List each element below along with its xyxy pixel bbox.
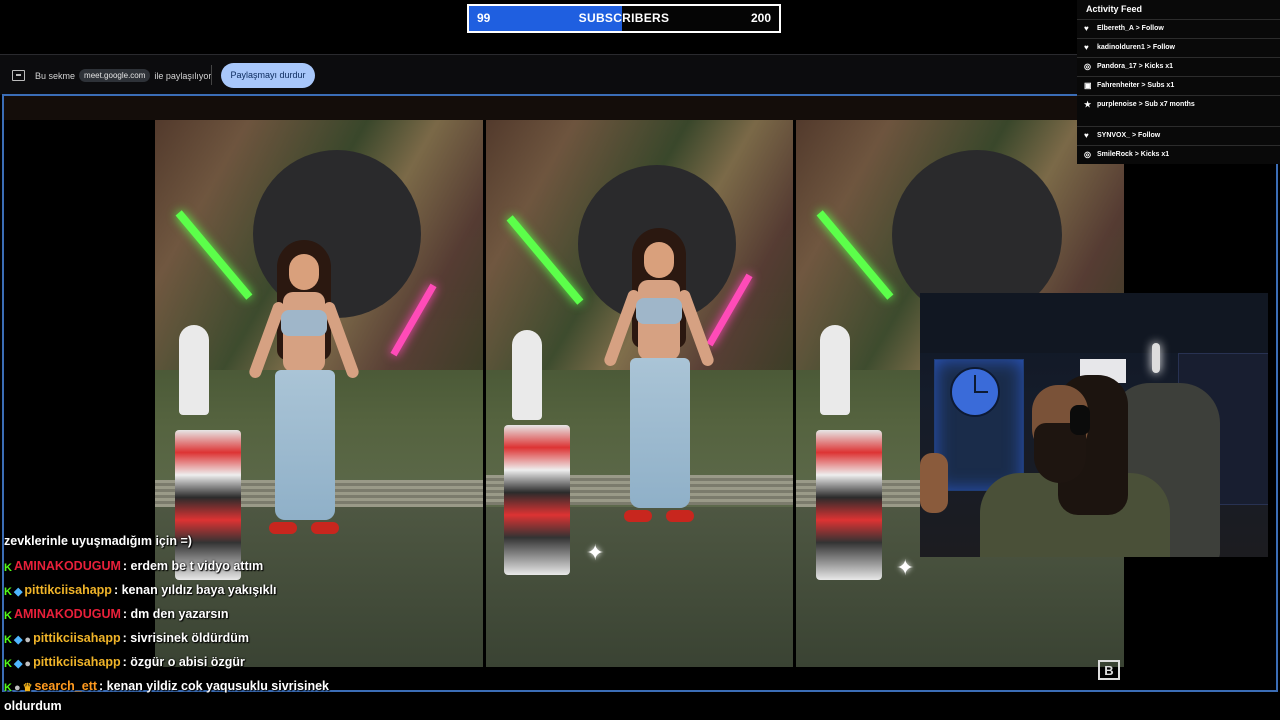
subscriber-goal-target: 200 xyxy=(750,11,771,25)
chat-username[interactable]: pittikciisahapp xyxy=(33,631,121,645)
chat-username[interactable]: pittikciisahapp xyxy=(24,583,112,597)
subscriber-goal-bar: 99 SUBSCRIBERS 200 xyxy=(467,4,781,33)
sharing-message: Bu sekme meet.google.com ile paylaşılıyo… xyxy=(35,69,211,82)
kick-icon: K xyxy=(4,658,12,670)
chat-wrapped-line: oldurdum xyxy=(4,699,62,713)
activity-feed-text: Elbereth_A > Follow xyxy=(1097,25,1164,32)
screen-share-icon xyxy=(12,70,25,81)
kick-icon: K xyxy=(4,562,12,574)
sharing-prefix: Bu sekme xyxy=(35,70,76,81)
chat-username[interactable]: pittikciisahapp xyxy=(33,655,121,669)
sharing-divider xyxy=(211,65,212,85)
star-icon: ★ xyxy=(1084,100,1092,109)
chat-text: : kenan yıldız baya yakışıklı xyxy=(113,583,277,597)
graffiti-barrel xyxy=(504,425,570,575)
chat-message: K AMINAKODUGUM: dm den yazarsın xyxy=(4,607,228,622)
sparkle-icon: ✦ xyxy=(896,555,915,580)
kick-icon: K xyxy=(4,610,12,622)
kicks-icon: ◎ xyxy=(1084,150,1091,159)
headphones-icon xyxy=(1070,405,1090,435)
chat-username[interactable]: AMINAKODUGUM xyxy=(14,559,121,573)
graffiti-barrel xyxy=(175,430,241,580)
coin-icon: ● xyxy=(13,682,21,694)
statue xyxy=(820,325,850,415)
chat-username[interactable]: AMINAKODUGUM xyxy=(14,607,121,621)
clock-icon xyxy=(950,367,1000,417)
heart-icon: ♥ xyxy=(1084,24,1089,33)
activity-feed-item: ★ purplenoise > Sub x7 months xyxy=(1077,95,1280,113)
sharing-suffix: ile paylaşılıyor xyxy=(154,70,212,81)
activity-feed-text: SmileRock > Kicks x1 xyxy=(1097,151,1170,158)
video-panel-center: ✦ xyxy=(486,120,793,667)
gift-icon: ▣ xyxy=(1084,81,1092,90)
stop-sharing-button[interactable]: Paylaşmayı durdur xyxy=(221,63,315,88)
gem-icon: ◆ xyxy=(13,658,23,670)
activity-feed-item: ▣ Fahrenheiter > Subs x1 xyxy=(1077,76,1280,94)
activity-feed-item: ◎ SmileRock > Kicks x1 xyxy=(1077,145,1280,163)
chat-message: K ● ♛ search_ett: kenan yildiz cok yaqusukl… xyxy=(4,679,329,694)
activity-feed-text: Pandora_17 > Kicks x1 xyxy=(1097,63,1174,70)
chat-message: K AMINAKODUGUM: erdem be t vidyo attım xyxy=(4,559,263,574)
chat-text: : özgür o abisi özgür xyxy=(122,655,245,669)
activity-feed-item: ♥ SYNVOX_ > Follow xyxy=(1077,126,1280,144)
activity-feed-item: ♥ kadinolduren1 > Follow xyxy=(1077,38,1280,56)
activity-feed-text: Fahrenheiter > Subs x1 xyxy=(1097,82,1175,89)
channel-logo-icon: B xyxy=(1098,660,1120,680)
statue xyxy=(512,330,542,420)
gem-icon: ◆ xyxy=(13,634,23,646)
activity-feed-item: ◎ Pandora_17 > Kicks x1 xyxy=(1077,57,1280,75)
heart-icon: ♥ xyxy=(1084,131,1089,140)
chat-text: : dm den yazarsın xyxy=(122,607,229,621)
chat-username[interactable]: search_ett xyxy=(34,679,97,693)
chat-text: : erdem be t vidyo attım xyxy=(122,559,264,573)
activity-feed-text: purplenoise > Sub x7 months xyxy=(1097,101,1195,108)
statue xyxy=(179,325,209,415)
activity-feed-title: Activity Feed xyxy=(1086,4,1143,14)
gem-icon: ◆ xyxy=(13,586,23,598)
activity-feed: Activity Feed ♥ Elbereth_A > Follow ♥ kadi… xyxy=(1077,0,1280,164)
chat-text: : kenan yildiz cok yaqusuklu sivrisinek xyxy=(99,679,329,693)
crown-icon: ♛ xyxy=(22,682,33,694)
subscriber-goal-label: SUBSCRIBERS xyxy=(578,11,670,25)
chat-text: : sivrisinek öldürdüm xyxy=(122,631,250,645)
sharing-domain-chip: meet.google.com xyxy=(79,69,151,82)
activity-feed-item: ♥ Elbereth_A > Follow xyxy=(1077,19,1280,37)
heart-icon: ♥ xyxy=(1084,43,1089,52)
kick-icon: K xyxy=(4,634,12,646)
coin-icon: ● xyxy=(24,634,32,646)
kicks-icon: ◎ xyxy=(1084,62,1091,71)
kick-icon: K xyxy=(4,682,12,694)
activity-feed-text: kadinolduren1 > Follow xyxy=(1097,44,1175,51)
activity-feed-text: SYNVOX_ > Follow xyxy=(1097,132,1161,139)
coin-icon: ● xyxy=(24,658,32,670)
chat-message: K ◆ ● pittikciisahapp: özgür o abisi özgür xyxy=(4,655,245,670)
sparkle-icon: ✦ xyxy=(586,540,605,565)
webcam-overlay xyxy=(920,293,1268,557)
chat-wrapped-line: zevklerinle uyuşmadığım için =) xyxy=(4,534,192,548)
chat-message: K ◆ ● pittikciisahapp: sivrisinek öldürdüm xyxy=(4,631,249,646)
chat-message: K ◆ pittikciisahapp: kenan yıldız baya yak… xyxy=(4,583,277,598)
graffiti-barrel xyxy=(816,430,882,580)
kick-icon: K xyxy=(4,586,12,598)
